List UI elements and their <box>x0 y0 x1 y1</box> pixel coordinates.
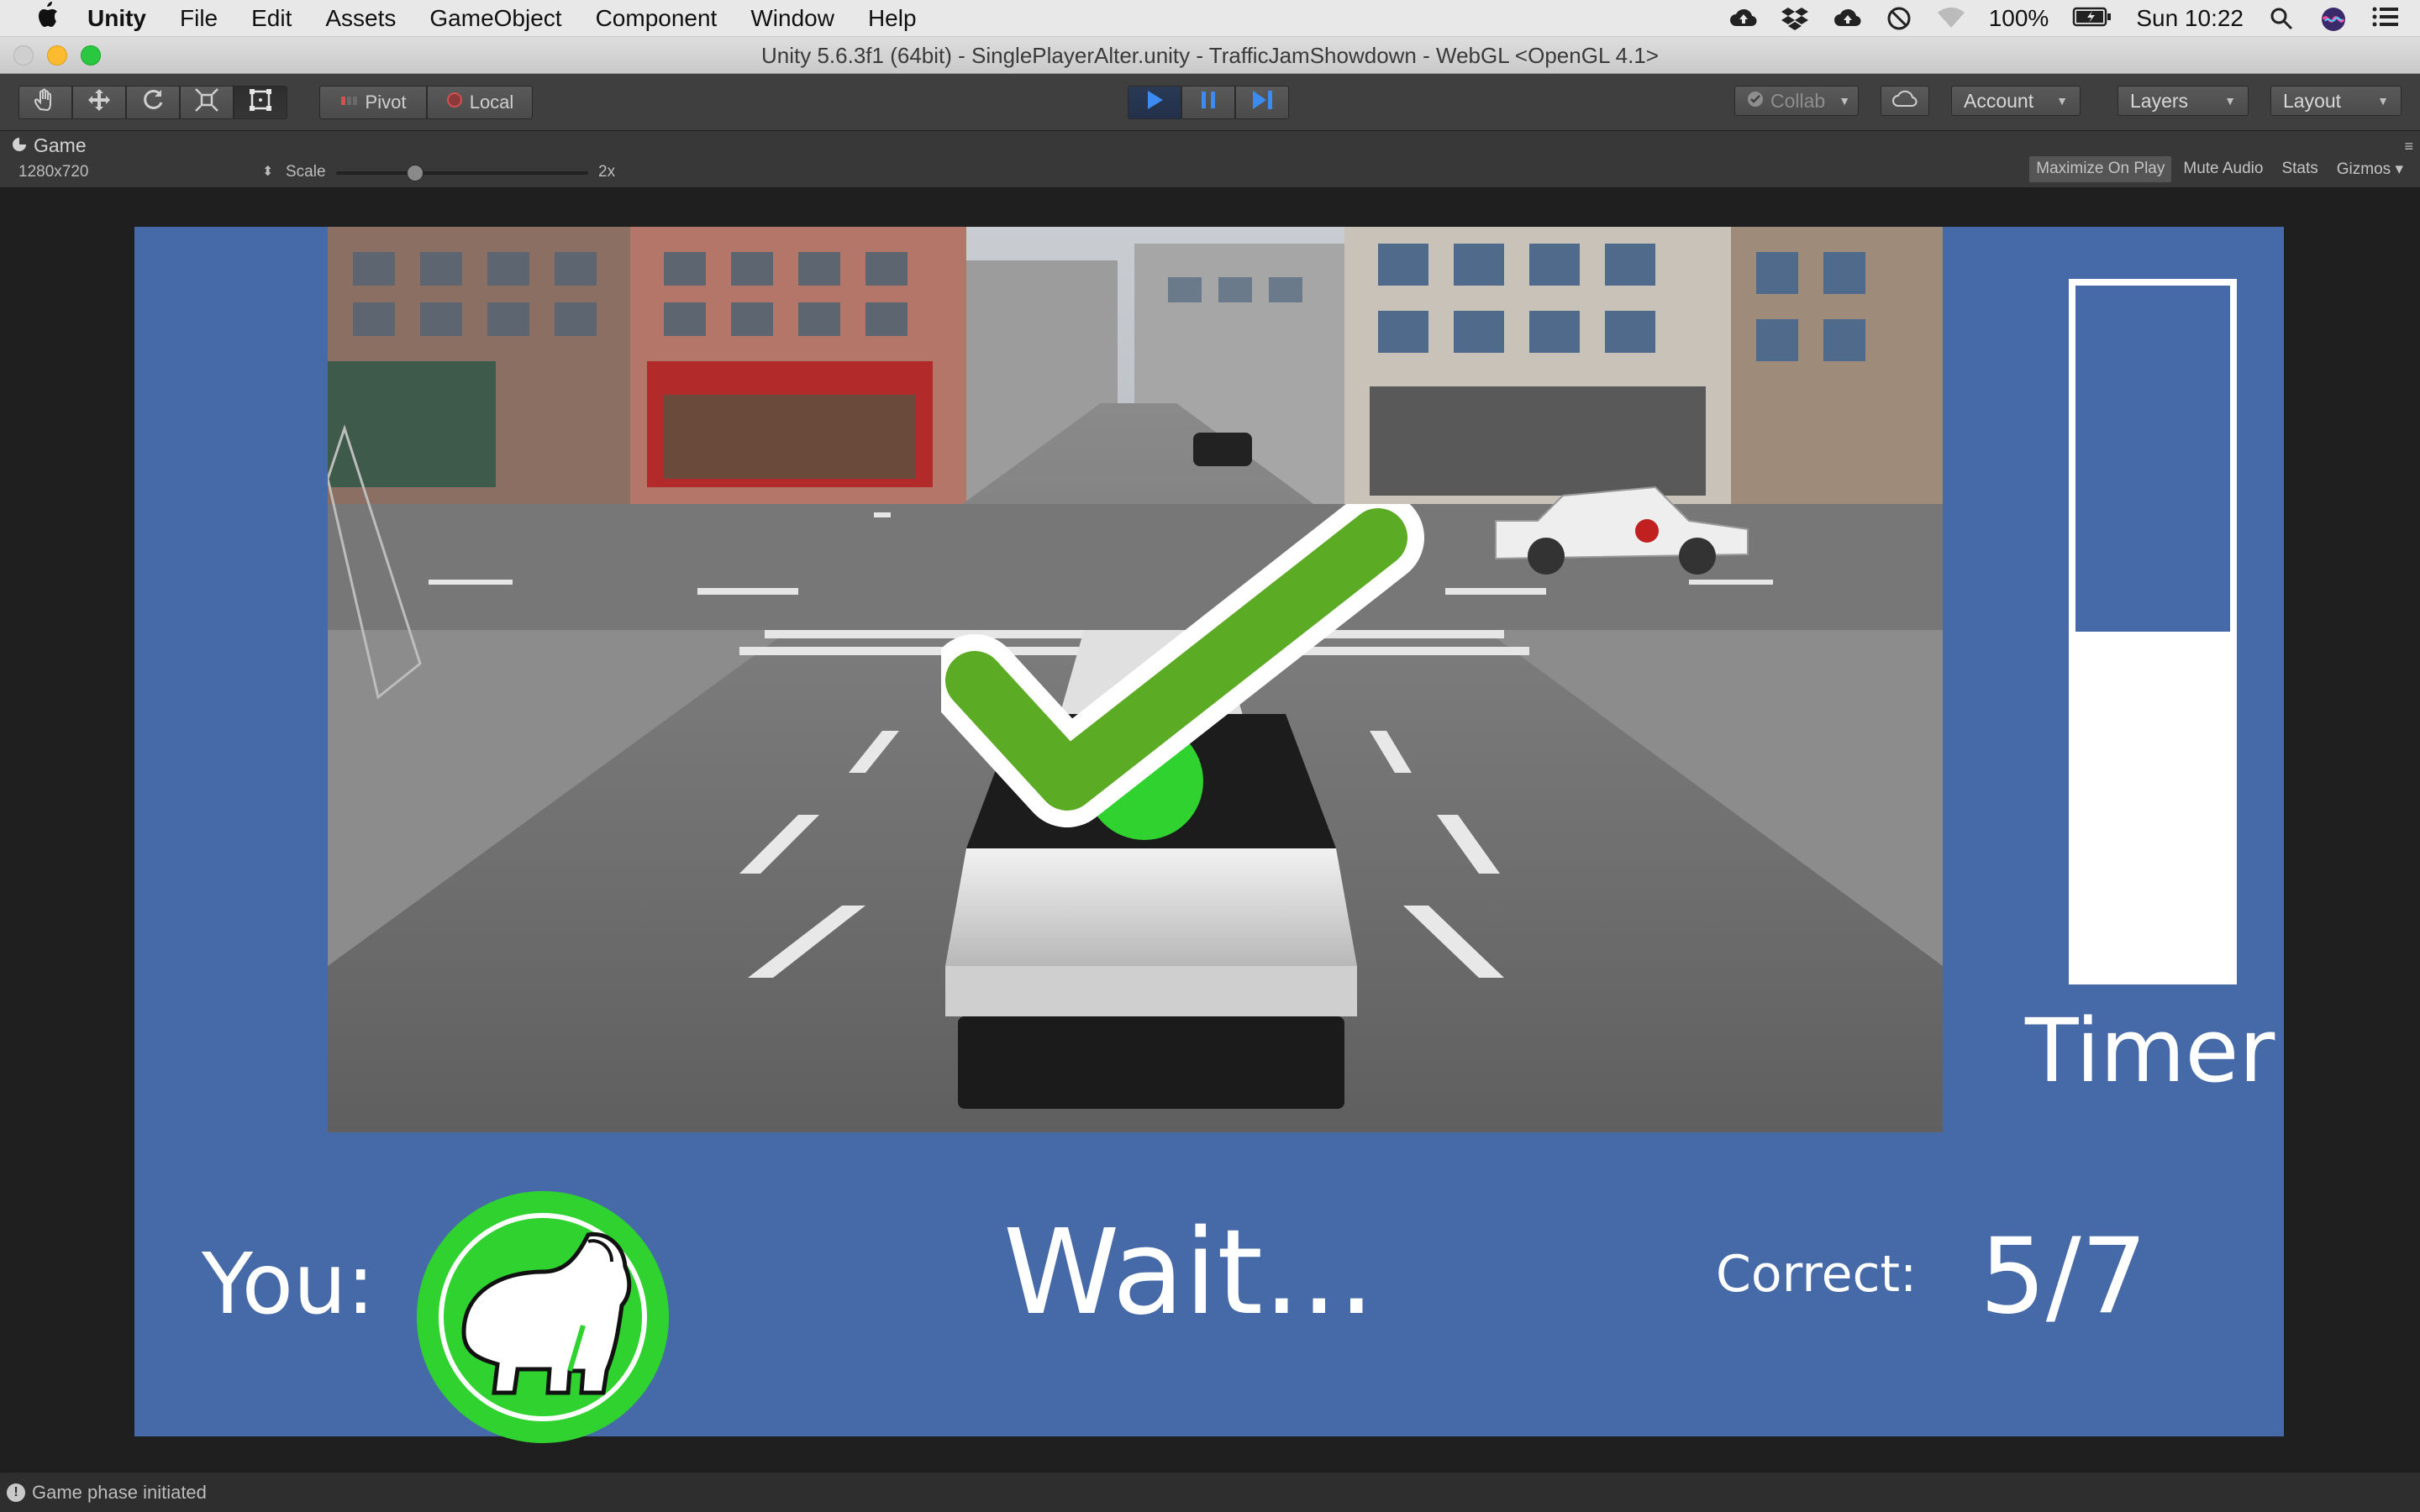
chevron-down-icon: ▼ <box>1839 94 1851 108</box>
siri-icon[interactable] <box>2319 6 2348 31</box>
menu-edit[interactable]: Edit <box>251 5 292 32</box>
cloud-icon[interactable] <box>1833 6 1861 31</box>
gizmos-label: Gizmos <box>2336 160 2391 178</box>
pause-button[interactable] <box>1181 86 1235 119</box>
window-titlebar: Unity 5.6.3f1 (64bit) - SinglePlayerAlte… <box>0 37 2420 74</box>
dropbox-icon[interactable] <box>1781 6 1809 31</box>
tab-game[interactable]: Game <box>12 134 87 157</box>
account-dropdown[interactable]: Account ▼ <box>1951 86 2081 116</box>
collab-dropdown[interactable]: Collab ▼ <box>1734 86 1859 116</box>
window-title: Unity 5.6.3f1 (64bit) - SinglePlayerAlte… <box>761 43 1659 68</box>
checkmark-circle-icon <box>1747 90 1764 113</box>
pivot-toggles: Pivot Local <box>319 86 533 119</box>
info-icon: ! <box>7 1483 25 1502</box>
cloud-outline-icon <box>1891 89 1918 113</box>
chevron-down-icon: ▼ <box>2224 94 2236 108</box>
console-status-bar[interactable]: ! Game phase initiated <box>0 1472 2420 1512</box>
step-icon <box>1249 88 1275 117</box>
layout-label: Layout <box>2283 89 2342 112</box>
status-message-text: Game phase initiated <box>32 1481 207 1503</box>
gizmos-dropdown[interactable]: Gizmos ▾ <box>2330 156 2410 182</box>
account-label: Account <box>1964 89 2034 112</box>
rect-tool-button[interactable] <box>234 86 287 119</box>
menu-gameobject[interactable]: GameObject <box>429 5 561 32</box>
correct-label: Correct: <box>1716 1245 1918 1304</box>
collab-label: Collab <box>1770 89 1826 112</box>
step-button[interactable] <box>1235 86 1289 119</box>
pivot-toggle-button[interactable]: Pivot <box>319 86 427 119</box>
gorilla-icon <box>417 1213 669 1446</box>
rotate-tool-button[interactable] <box>126 86 180 119</box>
pivot-label: Pivot <box>365 92 407 113</box>
move-icon <box>87 87 112 118</box>
scale-icon <box>194 87 219 118</box>
timer-bar <box>2069 279 2237 984</box>
correct-score: 5/7 <box>1980 1216 2148 1337</box>
rect-transform-icon <box>248 87 273 118</box>
apple-logo-icon[interactable] <box>30 1 64 35</box>
layers-dropdown[interactable]: Layers ▼ <box>2118 86 2249 116</box>
play-controls <box>1128 86 1289 119</box>
hud-panel: Timer You: Wait... Correct: 5/7 <box>134 227 2284 1443</box>
play-icon <box>1143 88 1166 117</box>
menu-file[interactable]: File <box>180 5 218 32</box>
rotate-icon <box>140 87 166 118</box>
layout-dropdown[interactable]: Layout ▼ <box>2270 86 2402 116</box>
scale-slider-track[interactable] <box>336 171 588 175</box>
menu-bar: Unity File Edit Assets GameObject Compon… <box>0 0 2420 37</box>
cloud-upload-icon[interactable] <box>1728 6 1757 31</box>
scale-tool-button[interactable] <box>180 86 234 119</box>
menu-app-unity[interactable]: Unity <box>87 5 146 32</box>
wifi-icon[interactable] <box>1937 6 1965 31</box>
hand-tool-button[interactable] <box>18 86 72 119</box>
resolution-arrows-icon[interactable]: ⬍ <box>262 163 273 180</box>
maximize-on-play-toggle[interactable]: Maximize On Play <box>2029 156 2172 182</box>
scale-value: 2x <box>598 163 616 181</box>
move-tool-button[interactable] <box>72 86 126 119</box>
scale-label: Scale <box>286 163 326 181</box>
battery-icon[interactable] <box>2072 6 2112 31</box>
do-not-disturb-icon[interactable] <box>1885 6 1913 31</box>
chevron-down-icon: ▼ <box>2056 94 2068 108</box>
globe-icon <box>446 92 463 113</box>
unity-toolbar: Pivot Local Collab ▼ Account ▼ Layers ▼ <box>0 74 2420 131</box>
spotlight-search-icon[interactable] <box>2267 6 2296 31</box>
timer-bar-fill <box>2075 286 2230 632</box>
timer-label: Timer <box>2025 1000 2275 1102</box>
transform-tools <box>18 86 287 119</box>
menu-window[interactable]: Window <box>750 5 834 32</box>
status-message: Wait... <box>1003 1205 1376 1341</box>
you-label: You: <box>202 1235 376 1333</box>
checkmark-icon <box>929 491 1445 890</box>
menu-help[interactable]: Help <box>868 5 917 32</box>
local-toggle-button[interactable]: Local <box>427 86 533 119</box>
clock[interactable]: Sun 10:22 <box>2136 5 2244 32</box>
resolution-dropdown[interactable]: 1280x720 <box>18 163 88 181</box>
chevron-down-icon: ▼ <box>2377 94 2389 108</box>
game-view-header: Game 1280x720 ⬍ Scale 2x ≡ Maximize On P… <box>0 131 2420 188</box>
mute-audio-toggle[interactable]: Mute Audio <box>2176 156 2270 182</box>
play-button[interactable] <box>1128 86 1181 119</box>
layers-label: Layers <box>2130 89 2189 112</box>
tab-game-label: Game <box>34 134 87 156</box>
notification-center-icon[interactable] <box>2371 6 2400 31</box>
hand-icon <box>33 87 58 118</box>
menu-assets[interactable]: Assets <box>325 5 396 32</box>
cloud-services-button[interactable] <box>1881 86 1929 116</box>
game-controller-icon <box>12 134 27 157</box>
player-avatar <box>417 1191 669 1443</box>
panel-menu-icon[interactable]: ≡ <box>2404 138 2413 155</box>
battery-percent: 100% <box>1988 5 2049 31</box>
pause-icon <box>1197 88 1220 117</box>
scale-slider-thumb[interactable] <box>407 165 424 181</box>
menu-component[interactable]: Component <box>596 5 718 32</box>
stats-toggle[interactable]: Stats <box>2275 156 2324 182</box>
pivot-icon <box>340 92 359 113</box>
game-view-canvas: Timer You: Wait... Correct: 5/7 <box>0 188 2420 1472</box>
local-label: Local <box>469 92 514 113</box>
